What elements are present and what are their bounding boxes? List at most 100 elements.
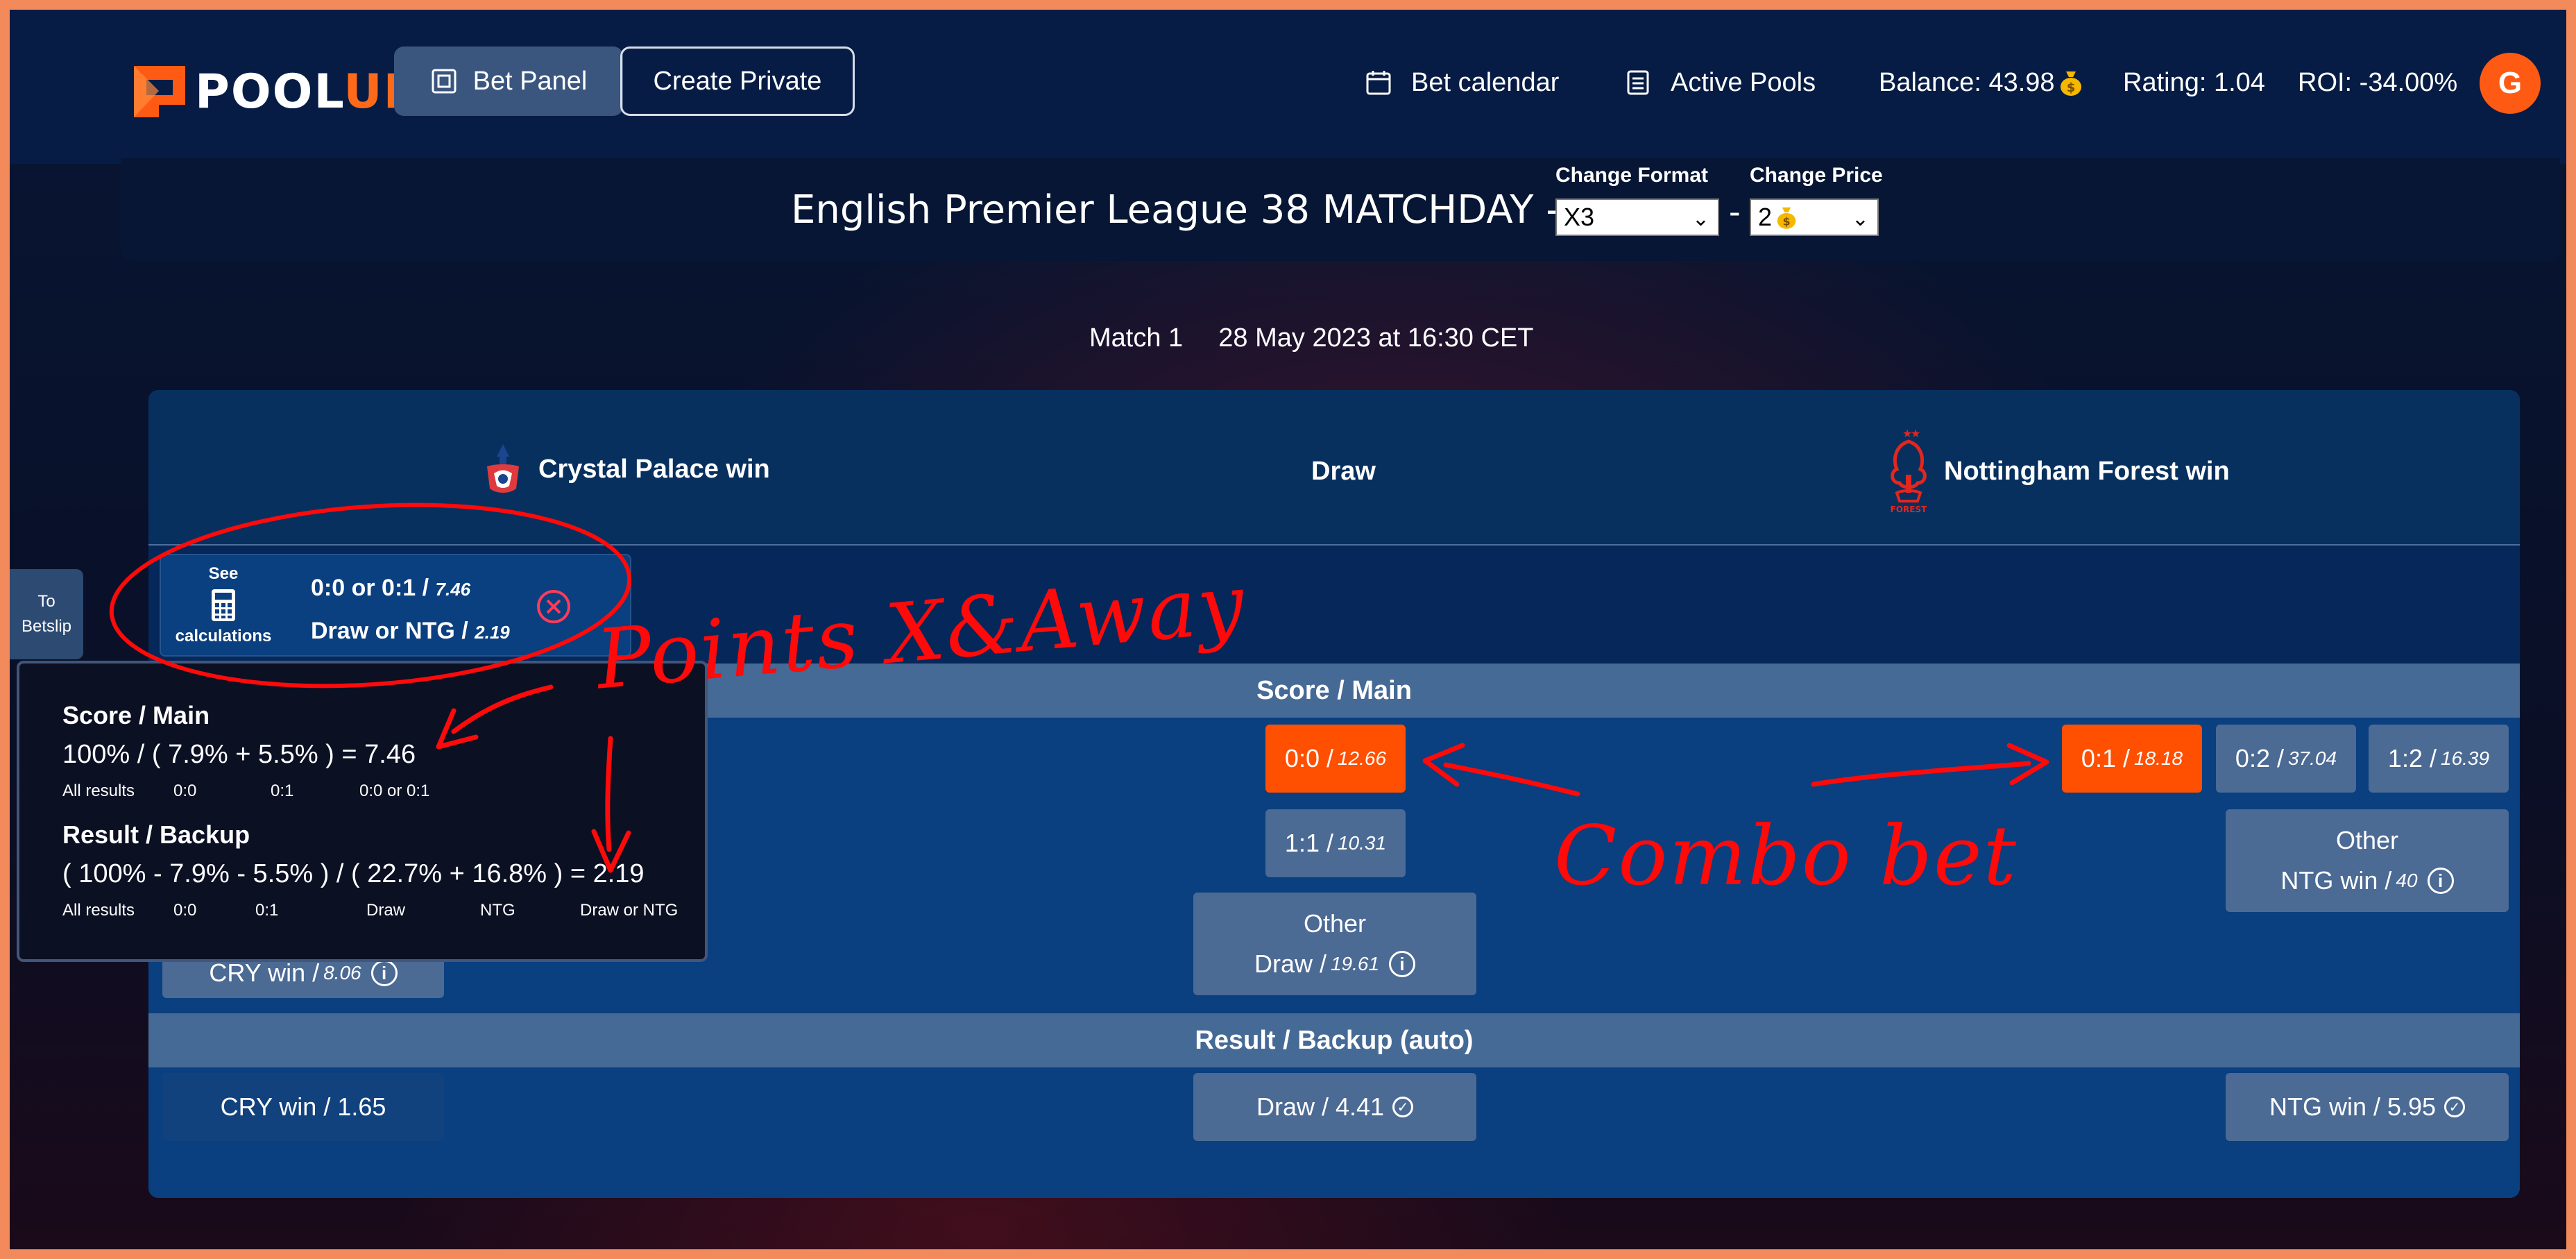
- price-select[interactable]: 2 $ ⌄: [1750, 198, 1879, 236]
- score-label: 0:1 /: [2081, 744, 2130, 772]
- logo-icon: [134, 66, 185, 117]
- info-icon[interactable]: i: [2427, 868, 2454, 894]
- score-odd-away-other[interactable]: Other NTG win / 40 i: [2226, 809, 2509, 912]
- to-betslip-line2: Betslip: [21, 617, 72, 636]
- score-odd-1-2[interactable]: 1:2 / 16.39: [2369, 725, 2509, 793]
- bet-panel-label: Bet Panel: [472, 66, 588, 96]
- poolup-logo[interactable]: POOLUP: [131, 50, 419, 133]
- bet-calendar-label: Bet calendar: [1411, 67, 1560, 97]
- score-odd-0-1[interactable]: 0:1 / 18.18: [2062, 725, 2202, 793]
- svg-text:FOREST: FOREST: [1891, 505, 1927, 514]
- balance-text: Balance: 43.98: [1879, 67, 2055, 97]
- match-info: Match 1 28 May 2023 at 16:30 CET: [1089, 323, 1533, 353]
- tooltip-result-title: Result / Backup: [62, 820, 250, 849]
- combo-result-odds: 2.19: [475, 622, 510, 643]
- tooltip-sub-label: 0:0: [173, 781, 197, 800]
- league-title: English Premier League 38 MATCHDAY -: [791, 187, 1560, 233]
- active-pools-link[interactable]: Active Pools: [1626, 51, 1816, 114]
- calculations-label: calculations: [175, 627, 272, 645]
- logo-text: POOLUP: [195, 65, 419, 119]
- away-other-line: NTG win / 40 i: [2280, 866, 2454, 895]
- format-select-value: X3: [1564, 203, 1595, 231]
- other-title: Other: [2335, 826, 2399, 854]
- check-circle-icon: ✓: [2444, 1097, 2466, 1117]
- score-main-title: Score / Main: [1256, 675, 1412, 705]
- draw-label: Draw: [1311, 457, 1376, 486]
- crystal-palace-crest-icon: [487, 444, 519, 493]
- score-odd-0-0[interactable]: 0:0 / 12.66: [1265, 725, 1406, 793]
- result-label: NTG win / 5.95: [2269, 1092, 2437, 1121]
- logo-text-pool: POOL: [195, 64, 344, 119]
- result-label: Draw / 4.41: [1256, 1092, 1385, 1121]
- tooltip-sub-label: All results: [62, 901, 135, 920]
- price-select-value: 2: [1758, 203, 1773, 231]
- svg-text:★: ★: [1911, 427, 1920, 440]
- see-calculations-button[interactable]: See calculations: [161, 555, 286, 655]
- calendar-icon: [1366, 71, 1391, 95]
- draw-header: Draw: [1311, 457, 1376, 487]
- close-icon[interactable]: [536, 589, 572, 625]
- match-datetime: 28 May 2023 at 16:30 CET: [1218, 323, 1534, 353]
- tooltip-sub-label: Draw: [366, 901, 406, 920]
- active-pools-label: Active Pools: [1671, 67, 1816, 97]
- combo-result-label: Draw or NTG /: [311, 618, 475, 644]
- score-label: Draw /: [1254, 949, 1327, 978]
- score-label: NTG win /: [2280, 866, 2392, 895]
- score-label: CRY win /: [209, 958, 320, 987]
- combo-result-line: Draw or NTG / 2.19: [311, 618, 510, 645]
- combo-score-odds: 7.46: [435, 579, 471, 600]
- result-backup-header: Result / Backup (auto): [148, 1013, 2520, 1067]
- info-icon[interactable]: i: [1389, 951, 1416, 977]
- tooltip-sub-label: All results: [62, 781, 135, 800]
- create-private-label: Create Private: [653, 66, 822, 96]
- tooltip-score-title: Score / Main: [62, 701, 210, 729]
- app-canvas: POOLUP Bet Panel Create Private Bet cale…: [10, 10, 2566, 1249]
- match-number: Match 1: [1089, 323, 1184, 353]
- tooltip-sub-label: 0:1: [271, 781, 294, 800]
- tooltip-sub-label: 0:0 or 0:1: [359, 781, 430, 800]
- result-backup-title: Result / Backup (auto): [1195, 1025, 1474, 1055]
- svg-text:$: $: [2066, 81, 2075, 95]
- tooltip-sub-label: 0:0: [173, 901, 197, 920]
- betslip-chip[interactable]: See calculations 0:0 or 0:1 / 7.46 Draw …: [160, 554, 631, 657]
- score-odds-value: 16.39: [2440, 747, 2490, 769]
- result-odd-draw[interactable]: Draw / 4.41 ✓: [1193, 1073, 1476, 1141]
- to-betslip-line1: To: [37, 592, 56, 611]
- tooltip-result-equation: ( 100% - 7.9% - 5.5% ) / ( 22.7% + 16.8%…: [62, 859, 645, 888]
- bet-panel-icon: [432, 69, 457, 94]
- format-select[interactable]: X3 ⌄: [1555, 198, 1719, 236]
- chevron-down-icon: ⌄: [1851, 208, 1869, 230]
- roi-display: ROI: -34.00%: [2298, 51, 2457, 114]
- roi-text: ROI: -34.00%: [2298, 67, 2458, 97]
- score-odds-value: 12.66: [1337, 747, 1387, 769]
- bet-panel-button[interactable]: Bet Panel: [394, 47, 623, 116]
- home-team[interactable]: Crystal Palace win: [481, 443, 770, 496]
- rating-display: Rating: 1.04: [2123, 51, 2265, 114]
- create-private-button[interactable]: Create Private: [620, 47, 855, 116]
- annotation-combo-text: Combo bet: [1554, 808, 2018, 904]
- score-label: 1:2 /: [2387, 744, 2437, 772]
- score-odds-value: 18.18: [2133, 747, 2183, 769]
- nottingham-forest-crest-icon: ★ ★ FOREST: [1891, 427, 1927, 514]
- info-icon[interactable]: i: [370, 960, 398, 986]
- result-odd-away[interactable]: NTG win / 5.95 ✓: [2226, 1073, 2509, 1141]
- score-odds-value: 8.06: [323, 962, 361, 983]
- result-odd-home[interactable]: CRY win / 1.65: [162, 1073, 444, 1141]
- calculator-icon: [212, 589, 235, 621]
- draw-other-line: Draw / 19.61 i: [1254, 949, 1416, 979]
- bet-calendar-link[interactable]: Bet calendar: [1365, 51, 1559, 114]
- away-team[interactable]: ★ ★ FOREST Nottingham Forest win: [1887, 426, 2230, 516]
- to-betslip-tab[interactable]: To Betslip: [10, 569, 83, 659]
- score-label: 1:1 /: [1284, 829, 1333, 857]
- tooltip-score-equation: 100% / ( 7.9% + 5.5% ) = 7.46: [62, 740, 416, 769]
- change-format-label: Change Format: [1555, 164, 1709, 187]
- score-odds-value: 40: [2396, 870, 2418, 891]
- top-header: POOLUP Bet Panel Create Private Bet cale…: [10, 10, 2566, 164]
- score-odd-0-2[interactable]: 0:2 / 37.04: [2216, 725, 2356, 793]
- score-odd-1-1[interactable]: 1:1 / 10.31: [1265, 809, 1406, 877]
- score-odd-draw-other[interactable]: Other Draw / 19.61 i: [1193, 893, 1476, 995]
- balance-display: Balance: 43.98 $: [1879, 51, 2083, 114]
- tooltip-sub-label: 0:1: [255, 901, 279, 920]
- user-avatar[interactable]: G: [2480, 53, 2541, 114]
- svg-text:$: $: [1783, 214, 1791, 228]
